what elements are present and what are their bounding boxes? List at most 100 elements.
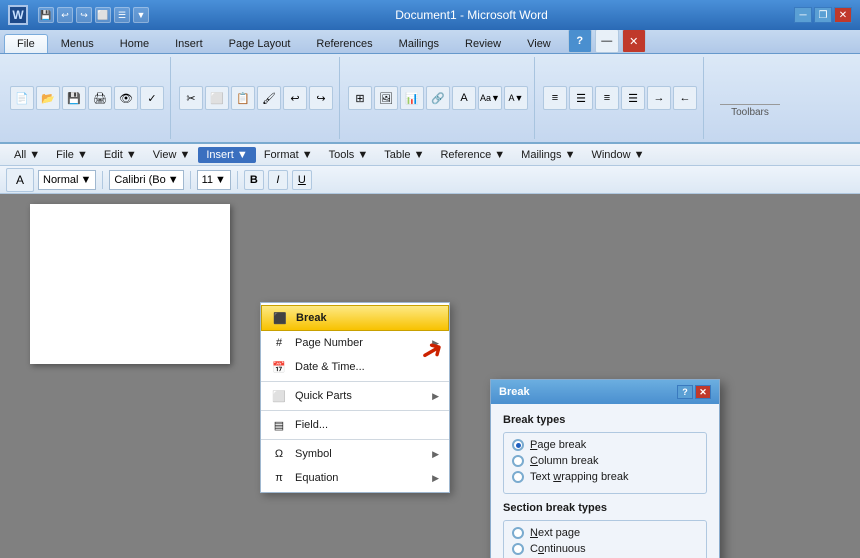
undo-icon[interactable]: ↩ (283, 86, 307, 110)
bold-icon[interactable]: B (244, 170, 264, 190)
equation-icon: π (271, 470, 287, 486)
menu-file[interactable]: File ▼ (48, 147, 96, 163)
menu-item-break[interactable]: ⬛ Break (261, 305, 449, 331)
radio-page-break[interactable]: Page break (512, 439, 698, 451)
redo-icon[interactable]: ↪ (309, 86, 333, 110)
italic-icon[interactable]: I (268, 170, 288, 190)
radio-next-page-circle[interactable] (512, 527, 524, 539)
link-icon[interactable]: 🔗 (426, 86, 450, 110)
close-ribbon-btn[interactable]: ✕ (622, 29, 646, 53)
paste-icon[interactable]: 📋 (231, 86, 255, 110)
tab-menus[interactable]: Menus (48, 34, 107, 53)
radio-column-break-circle[interactable] (512, 455, 524, 467)
menu-insert[interactable]: Insert ▼ (198, 147, 255, 163)
picture-icon[interactable]: 🖼 (374, 86, 398, 110)
help-icon[interactable]: ? (568, 29, 592, 53)
aa-icon[interactable]: Aa▼ (478, 86, 502, 110)
copy-icon[interactable]: ⬜ (205, 86, 229, 110)
print-icon[interactable]: 🖨 (88, 86, 112, 110)
dropdown-quick-btn[interactable]: ▼ (133, 7, 149, 23)
quick-parts-arrow: ▶ (432, 391, 439, 402)
tab-page-layout[interactable]: Page Layout (216, 34, 304, 53)
align-left-icon[interactable]: ≡ (543, 86, 567, 110)
justify-icon[interactable]: ☰ (621, 86, 645, 110)
close-button[interactable]: ✕ (834, 7, 852, 23)
indent-more-icon[interactable]: → (647, 86, 671, 110)
text-wrapping-label: Text wrapping break (530, 471, 628, 483)
preview-icon[interactable]: 👁 (114, 86, 138, 110)
insert-dropdown-menu: ⬛ Break # Page Number ▶ 📅 Date & Time...… (260, 302, 450, 493)
check-icon[interactable]: ✓ (140, 86, 164, 110)
menu-table[interactable]: Table ▼ (376, 147, 432, 163)
align-center-icon[interactable]: ☰ (569, 86, 593, 110)
break-menu-icon: ⬛ (272, 310, 288, 326)
undo-quick-btn[interactable]: ↩ (57, 7, 73, 23)
format-bar: A Normal▼ Calibri (Bo▼ 11▼ B I U (0, 166, 860, 194)
chart-icon[interactable]: 📊 (400, 86, 424, 110)
open-icon[interactable]: 📂 (36, 86, 60, 110)
tab-references[interactable]: References (303, 34, 385, 53)
menu-reference[interactable]: Reference ▼ (432, 147, 513, 163)
format-paint-icon[interactable]: 🖌 (257, 86, 281, 110)
break-types-group: Page break Column break Text wrapping br… (503, 432, 707, 494)
radio-continuous-circle[interactable] (512, 543, 524, 555)
menu-item-equation[interactable]: π Equation ▶ (261, 466, 449, 490)
radio-page-break-circle[interactable] (512, 439, 524, 451)
tab-mailings[interactable]: Mailings (386, 34, 452, 53)
table-icon[interactable]: ⊞ (348, 86, 372, 110)
format-sep-2 (190, 171, 191, 189)
size-dropdown[interactable]: 11▼ (197, 170, 231, 190)
save-quick-btn[interactable]: 💾 (38, 7, 54, 23)
restore-button[interactable]: ❐ (814, 7, 832, 23)
menu-window[interactable]: Window ▼ (583, 147, 652, 163)
tab-view[interactable]: View (514, 34, 564, 53)
ribbon-group-file: 📄 📂 💾 🖨 👁 ✓ (4, 57, 171, 139)
redo-quick-btn[interactable]: ↪ (76, 7, 92, 23)
font-dropdown[interactable]: Calibri (Bo▼ (109, 170, 183, 190)
ab-icon[interactable]: A▼ (504, 86, 528, 110)
print-quick-btn[interactable]: ⬜ (95, 7, 111, 23)
styles-icon[interactable]: A (6, 168, 34, 192)
menu-format[interactable]: Format ▼ (256, 147, 321, 163)
underline-icon[interactable]: U (292, 170, 312, 190)
minimize-button[interactable]: ─ (794, 7, 812, 23)
customize-quick-btn[interactable]: ☰ (114, 7, 130, 23)
break-dialog: Break ? ✕ Break types Page break Column … (490, 379, 720, 558)
menu-tools[interactable]: Tools ▼ (321, 147, 377, 163)
menu-all[interactable]: All ▼ (6, 147, 48, 163)
new-doc-icon[interactable]: 📄 (10, 86, 34, 110)
ribbon-toolbar: 📄 📂 💾 🖨 👁 ✓ ✂ ⬜ 📋 🖌 ↩ ↪ ⊞ 🖼 📊 🔗 A Aa▼ A▼ (0, 54, 860, 144)
cut-icon[interactable]: ✂ (179, 86, 203, 110)
style-dropdown[interactable]: Normal▼ (38, 170, 96, 190)
column-break-label: Column break (530, 455, 599, 467)
radio-text-wrapping-break[interactable]: Text wrapping break (512, 471, 698, 483)
dialog-help-button[interactable]: ? (677, 385, 693, 399)
radio-continuous[interactable]: Continuous (512, 543, 698, 555)
dialog-close-button[interactable]: ✕ (695, 385, 711, 399)
menu-edit[interactable]: Edit ▼ (96, 147, 145, 163)
menu-item-quick-parts[interactable]: ⬜ Quick Parts ▶ (261, 384, 449, 408)
minimize-ribbon-btn[interactable]: — (595, 29, 619, 53)
radio-column-break[interactable]: Column break (512, 455, 698, 467)
align-right-icon[interactable]: ≡ (595, 86, 619, 110)
menu-view[interactable]: View ▼ (145, 147, 199, 163)
dialog-title: Break (499, 386, 530, 398)
menu-sep-2 (261, 410, 449, 411)
radio-next-page[interactable]: Next page (512, 527, 698, 539)
indent-less-icon[interactable]: ← (673, 86, 697, 110)
format-sep-1 (102, 171, 103, 189)
tab-home[interactable]: Home (107, 34, 162, 53)
radio-text-wrapping-circle[interactable] (512, 471, 524, 483)
tab-insert[interactable]: Insert (162, 34, 216, 53)
quick-parts-icon: ⬜ (271, 388, 287, 404)
tab-review[interactable]: Review (452, 34, 514, 53)
tab-file[interactable]: File (4, 34, 48, 53)
menu-bar: All ▼ File ▼ Edit ▼ View ▼ Insert ▼ Form… (0, 144, 860, 166)
text-icon[interactable]: A (452, 86, 476, 110)
menu-item-symbol[interactable]: Ω Symbol ▶ (261, 442, 449, 466)
menu-item-field[interactable]: ▤ Field... (261, 413, 449, 437)
menu-mailings[interactable]: Mailings ▼ (513, 147, 583, 163)
equation-arrow: ▶ (432, 473, 439, 484)
save-icon[interactable]: 💾 (62, 86, 86, 110)
menu-item-date-time[interactable]: 📅 Date & Time... (261, 355, 449, 379)
